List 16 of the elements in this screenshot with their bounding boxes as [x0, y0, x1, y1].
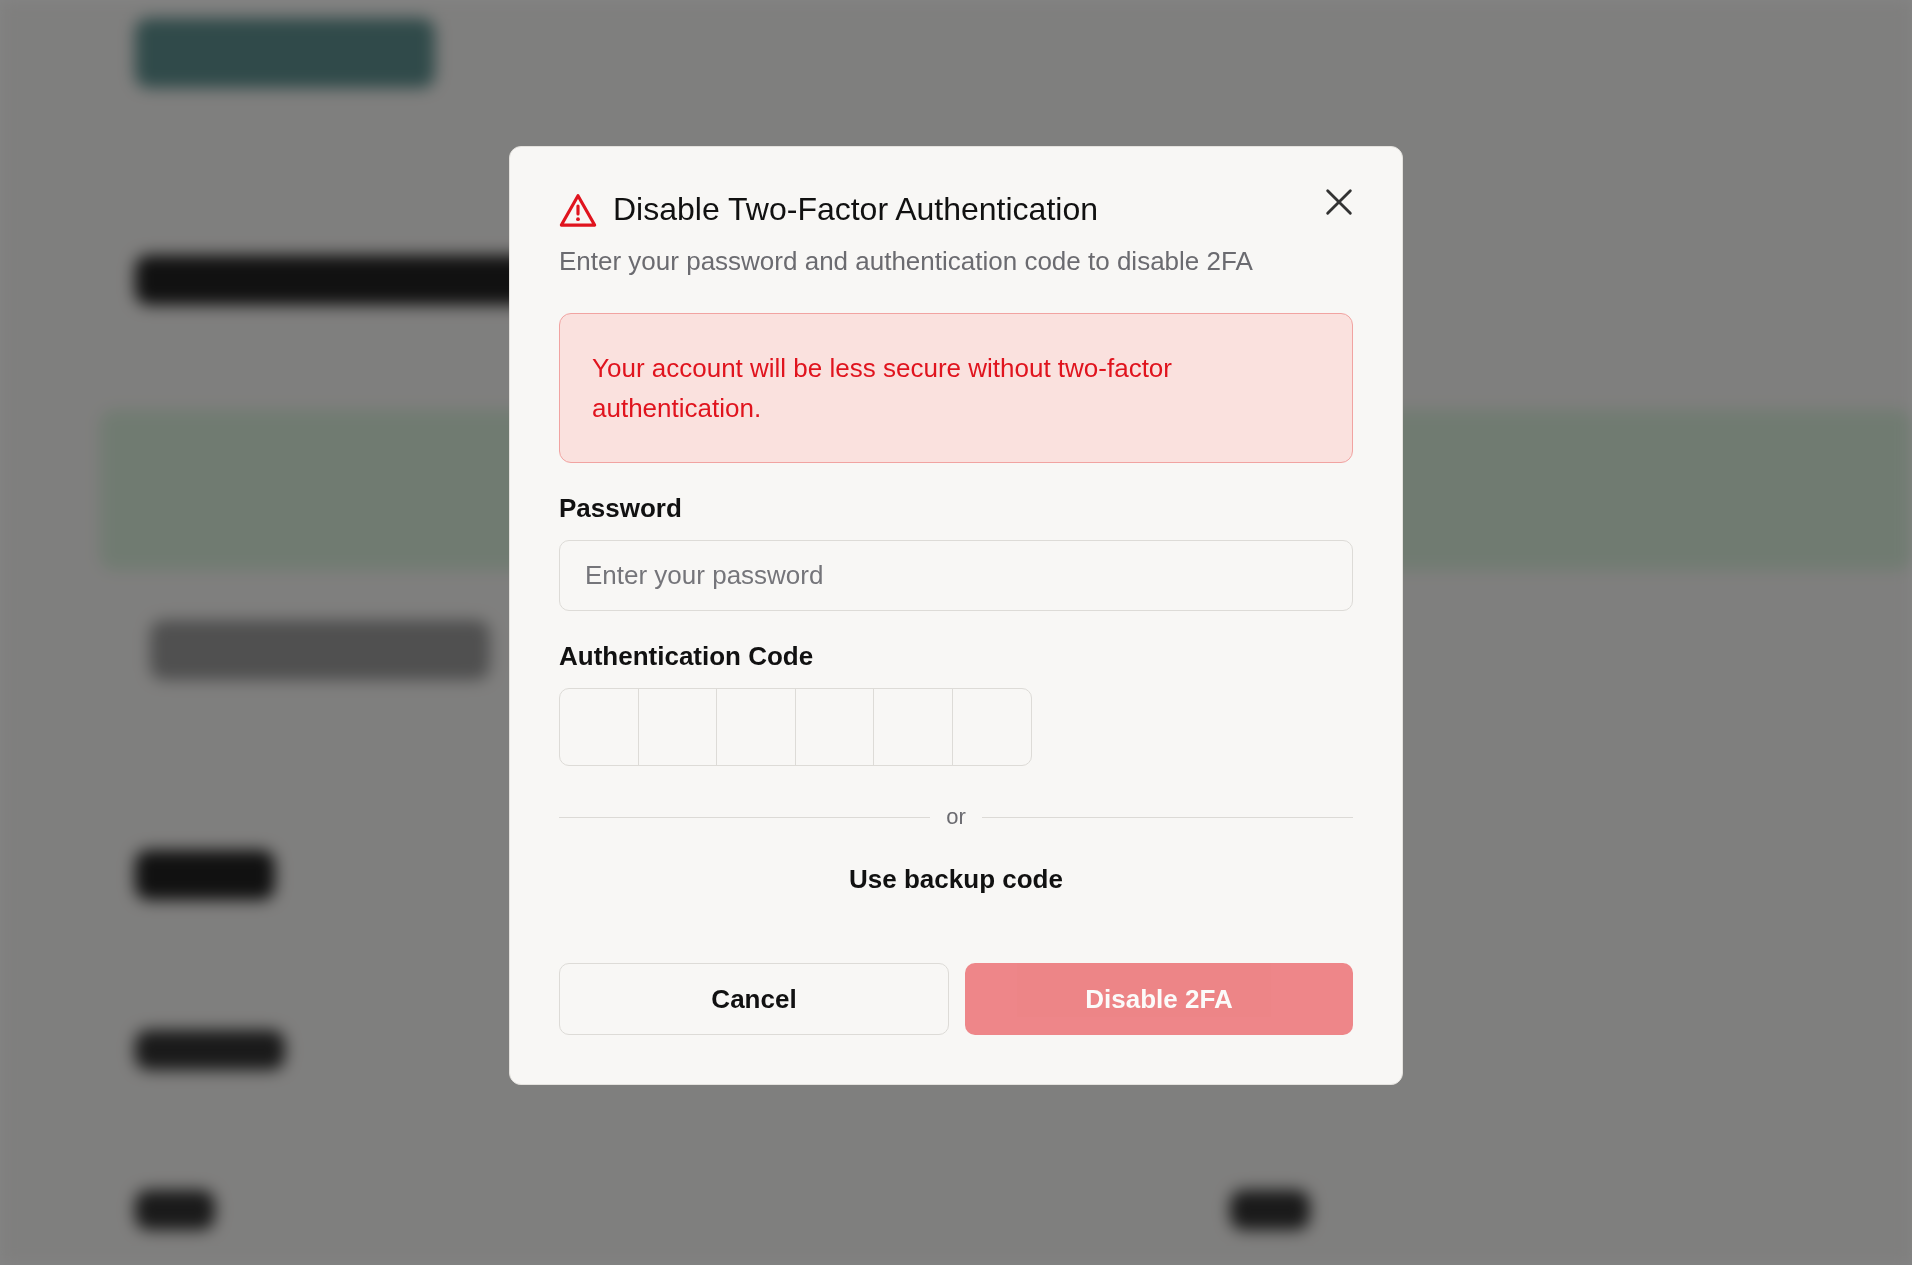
warning-alert: Your account will be less secure without two-factor authentication.	[559, 313, 1353, 463]
divider-label: or	[946, 804, 966, 830]
code-digit-field[interactable]	[873, 688, 953, 766]
code-digit-field[interactable]	[951, 688, 1032, 766]
backup-code-link[interactable]: Use backup code	[841, 860, 1071, 899]
code-digit-field[interactable]	[559, 688, 639, 766]
dialog-subtitle: Enter your password and authentication code to disable 2FA	[559, 246, 1254, 277]
password-field[interactable]: Enter your password	[559, 540, 1353, 611]
field-label: Password	[559, 493, 683, 524]
warning-icon	[559, 191, 597, 228]
field-label: Authentication Code	[559, 641, 815, 672]
code-digit-field[interactable]	[637, 688, 718, 766]
dialog-title: Disable Two-Factor Authentication	[613, 191, 1098, 228]
code-digit-field[interactable]	[716, 688, 796, 766]
code-digit-field[interactable]	[794, 688, 875, 766]
cancel-button[interactable]: Cancel	[559, 963, 949, 1035]
